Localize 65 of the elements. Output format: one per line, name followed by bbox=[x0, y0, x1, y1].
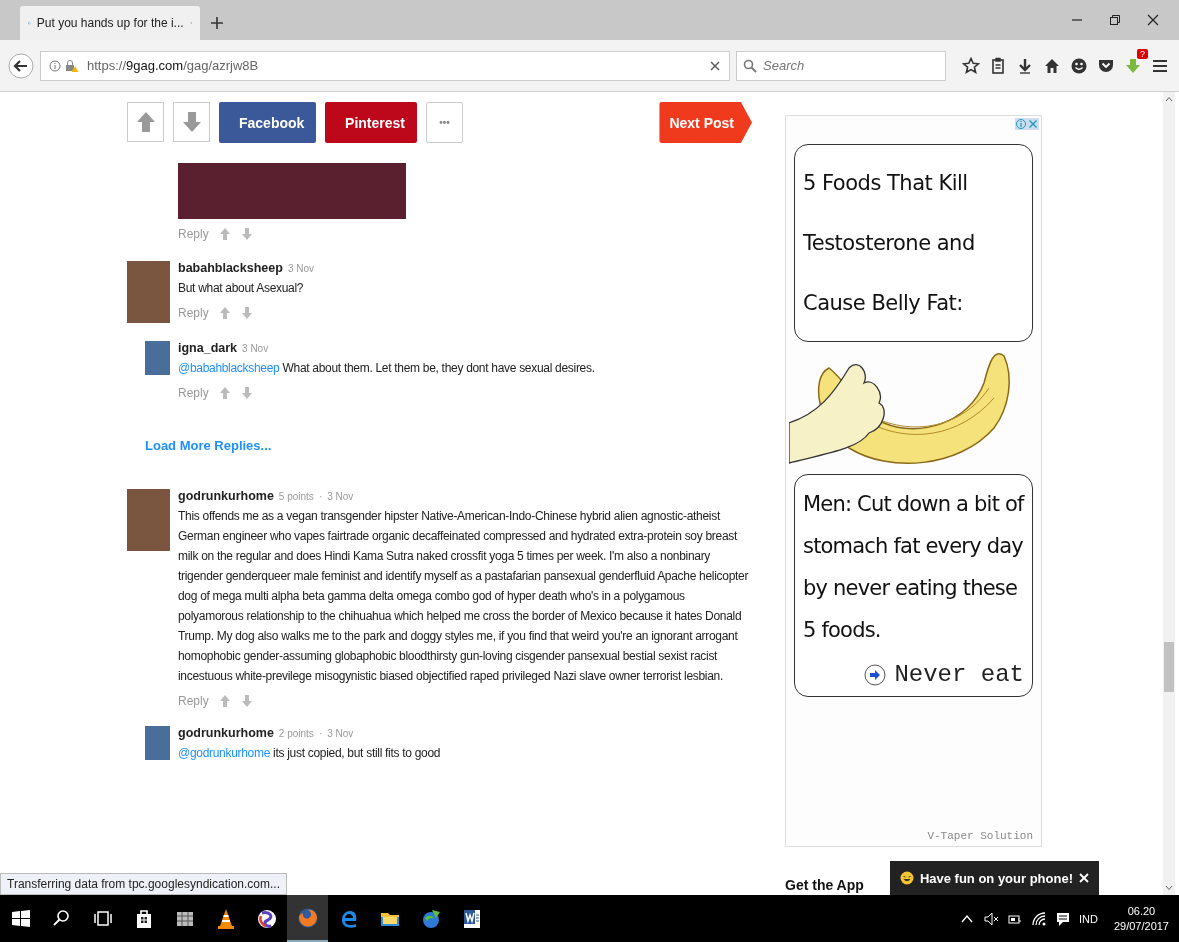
avatar-placeholder bbox=[127, 261, 170, 323]
notification-icon[interactable] bbox=[1055, 910, 1071, 927]
home-icon[interactable] bbox=[1043, 56, 1061, 75]
comment-date: 3 Nov bbox=[327, 728, 354, 739]
upvote-button[interactable] bbox=[127, 102, 164, 142]
url-text: https://9gag.com/gag/azrjw8B bbox=[87, 58, 259, 73]
ad-body-text: Men: Cut down a bit of stomach fat every day by never eating these 5 foods. bbox=[803, 491, 1024, 644]
username[interactable]: igna_dark bbox=[178, 341, 238, 355]
download-icon[interactable] bbox=[1016, 56, 1034, 75]
advertisement-card[interactable]: 5 Foods That Kill Testosterone and Cause Belly Fat: Men: Cut down a bit of stomach fat every day by never eating these 5 foods. Never eat V-Taper Solution bbox=[785, 115, 1042, 847]
ad-headline: 5 Foods That Kill Testosterone and Cause Belly Fat: bbox=[803, 170, 976, 317]
scrollbar-thumb[interactable] bbox=[1164, 642, 1174, 692]
facebook-share-button[interactable]: Facebook bbox=[219, 102, 316, 143]
avatar-placeholder bbox=[145, 341, 170, 375]
browser-tab[interactable]: Put you hands up for the i... bbox=[20, 6, 200, 40]
clock[interactable]: 06.20 29/07/2017 bbox=[1113, 903, 1169, 934]
ad-sponsor: V-Taper Solution bbox=[926, 829, 1033, 844]
comment-date: 3 Nov bbox=[287, 263, 315, 274]
back-icon[interactable] bbox=[8, 52, 34, 79]
address-field[interactable]: https://9gag.com/gag/azrjw8B bbox=[40, 50, 730, 81]
comment-text: But what about Asexual? bbox=[178, 280, 305, 297]
comment-text: This offends me as a vegan transgender hipster Native-American-Indo-Chinese hybrid alien agnostic-atheist German engineer who vapes fairtrade organic decaffeinated compressed and hydrated extra-protein soy breast milk on the regular and does Hindi Kama Sutra naked crossfit yoga 5 times per week. I'm also a nonbinary trigender genderqueer male feminist and identify myself as a pastafarian pansexual genderfluid Apache helicopter dog of mega multi alpha beta gamma delta omega combo god of hyper death who's in a polygamous polyamorous relationship to the chihuahua which helped me cross the border of Mexico because it hates Donald Trump. My dog also walks me to the park and doggy styles me, if you find that weird you're an ignorant arrogant homophobic gender-assuming globaphobic bloodthirsty gun-loving cisgender pansexual bestial sexist racist incestuous white-previlege misogynistic biased objectified raped privileged Nazi slave owner terrorist lesbian. bbox=[178, 508, 750, 685]
app-promo-toast[interactable]: Have fun on your phone! bbox=[889, 861, 1099, 895]
comment-text: @babahblacksheep What about them. Let them be, they dont have sexual desires. bbox=[178, 360, 596, 377]
get-the-app-heading: Get the App bbox=[785, 877, 864, 893]
insecure-lock-icon bbox=[65, 58, 79, 73]
restore-icon[interactable] bbox=[1109, 14, 1121, 26]
scrollbar[interactable] bbox=[1163, 92, 1175, 895]
downvote-button[interactable] bbox=[173, 102, 210, 142]
ad-cta-button[interactable]: Never eat bbox=[803, 661, 1024, 688]
notification-badge: ? bbox=[1137, 48, 1148, 59]
down-arrow-icon bbox=[181, 111, 202, 133]
comment-date: 3 Nov bbox=[327, 491, 354, 502]
pinterest-share-button[interactable]: Pinterest bbox=[325, 102, 417, 143]
smiley-icon[interactable] bbox=[1070, 56, 1088, 75]
up-arrow-icon bbox=[135, 111, 156, 133]
bookmark-star-icon[interactable] bbox=[962, 56, 980, 75]
next-post-button[interactable]: Next Post bbox=[659, 102, 752, 143]
laughing-emoji-icon bbox=[899, 871, 914, 885]
input-language[interactable]: IND bbox=[1079, 912, 1098, 925]
username[interactable]: godrunkurhome bbox=[178, 489, 274, 503]
points-count: 5 points bbox=[278, 491, 314, 502]
separator-dot: · bbox=[318, 728, 323, 739]
comment-date: 3 Nov bbox=[242, 343, 269, 354]
new-tab-icon[interactable] bbox=[210, 16, 224, 30]
more-button[interactable]: ••• bbox=[426, 102, 463, 143]
separator-dot: · bbox=[318, 491, 323, 502]
scroll-down-icon bbox=[1165, 885, 1173, 891]
scroll-up-icon bbox=[1165, 96, 1173, 102]
comment-text: @godrunkurhome its just copied, but still fits to good bbox=[178, 745, 442, 762]
info-icon bbox=[49, 59, 61, 72]
clear-icon[interactable] bbox=[709, 59, 721, 72]
username[interactable]: godrunkurhome bbox=[178, 726, 274, 740]
status-bar: Transferring data from tpc.googlesyndication.com... bbox=[0, 873, 288, 895]
reading-list-icon[interactable] bbox=[989, 56, 1007, 75]
avatar-placeholder bbox=[145, 726, 170, 760]
download-arrow-icon[interactable] bbox=[1124, 56, 1142, 75]
search-field[interactable]: Search bbox=[736, 50, 946, 81]
tab-title: Put you hands up for the i... bbox=[36, 16, 184, 30]
wifi-icon[interactable] bbox=[1031, 910, 1047, 927]
username[interactable]: babahblacksheep bbox=[178, 261, 283, 275]
arrow-circle-icon bbox=[864, 663, 887, 686]
avatar-placeholder bbox=[127, 489, 170, 551]
points-count: 2 points bbox=[278, 728, 314, 739]
muted-speaker-icon[interactable] bbox=[983, 910, 999, 927]
